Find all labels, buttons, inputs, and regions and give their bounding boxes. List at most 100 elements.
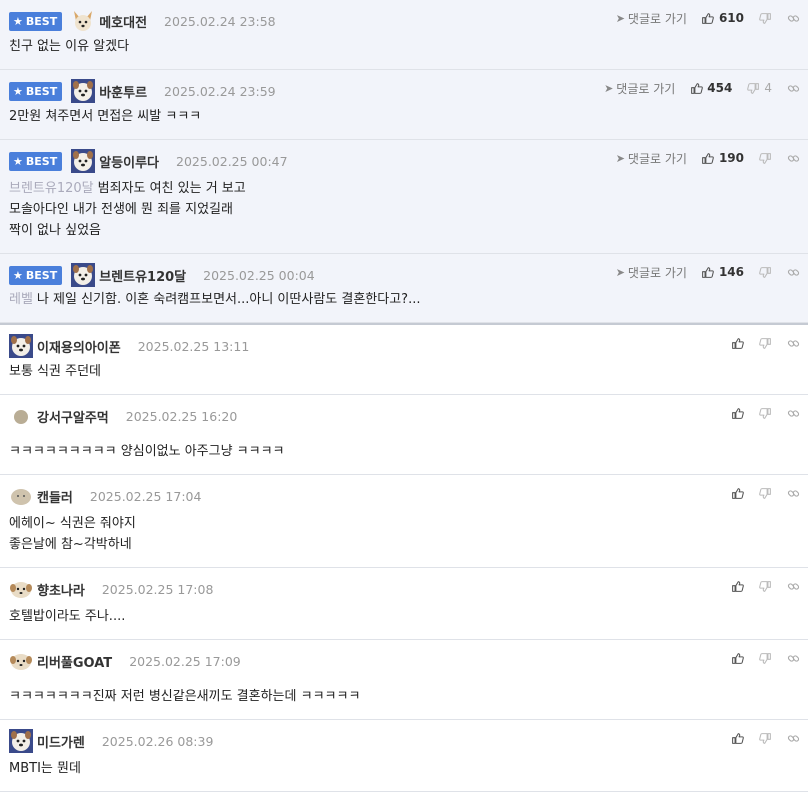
comment-line: ㅋㅋㅋㅋㅋㅋㅋ진짜 저런 병신같은새끼도 결혼하는데 ㅋㅋㅋㅋㅋ [9, 686, 808, 707]
link-icon[interactable] [786, 81, 800, 95]
goto-comment-label: 댓글로 가기 [627, 265, 687, 280]
avatar[interactable] [71, 79, 96, 103]
best-label: BEST [25, 154, 58, 168]
link-icon[interactable] [786, 151, 800, 165]
avatar[interactable] [9, 334, 33, 358]
nickname[interactable]: 이재용의아이폰 [37, 337, 121, 356]
avatar[interactable] [9, 404, 33, 428]
avatar[interactable] [71, 263, 96, 287]
goto-comment-link[interactable]: ➤ 댓글로 가기 [604, 80, 675, 97]
goto-comment-link[interactable]: ➤ 댓글로 가기 [616, 264, 687, 281]
link-icon[interactable] [786, 336, 800, 350]
comment-body: 레벨 나 제일 신기함. 이혼 숙려캠프보면서...아니 이딴사람도 결혼한다고?… [9, 286, 808, 322]
downvote-button[interactable] [758, 731, 772, 745]
nickname[interactable]: 알등이루다 [99, 152, 159, 171]
goto-comment-label: 댓글로 가기 [616, 81, 676, 96]
comment-body: 친구 없는 이유 알겠다 [9, 32, 808, 69]
comment-text: 보통 식권 주던데 [9, 364, 101, 379]
link-icon[interactable] [786, 11, 800, 25]
nickname[interactable]: 브렌트유120달 [99, 266, 186, 285]
avatar[interactable] [71, 9, 95, 33]
thumbs-down-icon [758, 731, 772, 745]
comment-header: 리버풀GOAT 2025.02.25 17:09 [9, 650, 808, 672]
comment-list: ★ BEST 메호대전 2025.02.24 23:58 ➤ 댓글로 가기 610 친구 없는… [0, 0, 808, 792]
link-icon[interactable] [786, 651, 800, 665]
comment-line: 좋은날에 참~각박하네 [9, 534, 808, 555]
downvote-button[interactable] [758, 151, 772, 165]
comment-actions: ➤ 댓글로 가기 454 4 [604, 79, 800, 97]
avatar[interactable] [9, 649, 33, 673]
timestamp: 2025.02.25 13:11 [137, 338, 250, 354]
link-icon[interactable] [786, 265, 800, 279]
upvote-button[interactable] [730, 651, 744, 665]
comment-header: 캔들러 2025.02.25 17:04 [9, 485, 808, 507]
nickname[interactable]: 미드가렌 [37, 732, 85, 751]
avatar[interactable] [9, 484, 33, 508]
upvote-button[interactable] [730, 579, 744, 593]
comment-actions [730, 404, 800, 422]
nickname[interactable]: 강서구알주먹 [37, 407, 109, 426]
nickname[interactable]: 리버풀GOAT [37, 652, 112, 671]
best-label: BEST [25, 268, 58, 282]
upvote-button[interactable] [730, 486, 744, 500]
star-icon: ★ [13, 268, 23, 282]
comment-text: 짝이 없나 싶었음 [9, 223, 101, 238]
send-arrow-icon: ➤ [615, 265, 625, 279]
best-comment: ★ BEST 알등이루다 2025.02.25 00:47 ➤ 댓글로 가기 190 브렌트유… [0, 140, 808, 254]
link-icon[interactable] [786, 731, 800, 745]
comment: 향초나라 2025.02.25 17:08 호텔밥이라도 주나.... [0, 568, 808, 640]
nickname[interactable]: 캔들러 [37, 487, 73, 506]
upvote-button[interactable] [730, 731, 744, 745]
nickname[interactable]: 바훈투르 [99, 82, 147, 101]
thumbs-down-icon [758, 406, 772, 420]
comment-header: 이재용의아이폰 2025.02.25 13:11 [9, 334, 808, 358]
comment-text: 모솔아다인 내가 전생에 뭔 죄를 지었길래 [9, 202, 233, 217]
thumbs-up-icon [701, 265, 715, 279]
downvote-button[interactable] [758, 486, 772, 500]
comment-actions [730, 729, 800, 747]
timestamp: 2025.02.25 00:47 [176, 153, 288, 169]
reply-target[interactable]: 레벨 [9, 292, 33, 307]
nickname[interactable]: 향초나라 [37, 580, 85, 599]
comment-body: 브렌트유120달 범죄자도 여친 있는 거 보고모솔아다인 내가 전생에 뭔 죄를… [9, 172, 808, 253]
upvote-button[interactable] [730, 336, 744, 350]
comment-actions [730, 334, 800, 352]
upvote-button[interactable]: 454 [689, 81, 732, 95]
upvote-button[interactable]: 610 [701, 11, 744, 25]
downvote-button[interactable] [758, 265, 772, 279]
comment-text: 나 제일 신기함. 이혼 숙려캠프보면서...아니 이딴사람도 결혼한다고?..… [36, 292, 421, 307]
avatar[interactable] [9, 729, 33, 753]
upvote-button[interactable]: 146 [701, 265, 744, 279]
thumbs-up-icon [730, 336, 744, 350]
comment-line: 모솔아다인 내가 전생에 뭔 죄를 지었길래 [9, 199, 808, 220]
link-icon[interactable] [786, 579, 800, 593]
reply-target[interactable]: 브렌트유120달 [9, 181, 94, 196]
star-icon: ★ [13, 14, 23, 28]
avatar[interactable] [71, 149, 96, 173]
best-comment: ★ BEST 메호대전 2025.02.24 23:58 ➤ 댓글로 가기 610 친구 없는… [0, 0, 808, 70]
comment-text: ㅋㅋㅋㅋㅋㅋㅋㅋㅋ 양심이없노 아주그냥 ㅋㅋㅋㅋ [9, 444, 285, 459]
upvote-count: 190 [718, 151, 744, 165]
downvote-button[interactable] [758, 406, 772, 420]
downvote-button[interactable] [758, 651, 772, 665]
avatar[interactable] [9, 577, 33, 601]
comment: 미드가렌 2025.02.26 08:39 MBTI는 뭔데 [0, 720, 808, 792]
comment-actions [730, 649, 800, 667]
comment-text: 범죄자도 여친 있는 거 보고 [97, 181, 246, 196]
link-icon[interactable] [786, 406, 800, 420]
downvote-button[interactable] [758, 11, 772, 25]
goto-comment-link[interactable]: ➤ 댓글로 가기 [616, 150, 687, 167]
timestamp: 2025.02.25 17:09 [129, 653, 241, 669]
upvote-button[interactable] [730, 406, 744, 420]
link-icon[interactable] [786, 486, 800, 500]
downvote-button[interactable]: 4 [746, 81, 772, 95]
timestamp: 2025.02.25 17:04 [89, 488, 202, 504]
thumbs-up-icon [730, 486, 744, 500]
downvote-button[interactable] [758, 579, 772, 593]
nickname[interactable]: 메호대전 [99, 12, 147, 31]
upvote-button[interactable]: 190 [701, 151, 744, 165]
goto-comment-label: 댓글로 가기 [627, 151, 687, 166]
goto-comment-link[interactable]: ➤ 댓글로 가기 [616, 10, 687, 27]
downvote-button[interactable] [758, 336, 772, 350]
timestamp: 2025.02.25 17:08 [101, 581, 214, 597]
